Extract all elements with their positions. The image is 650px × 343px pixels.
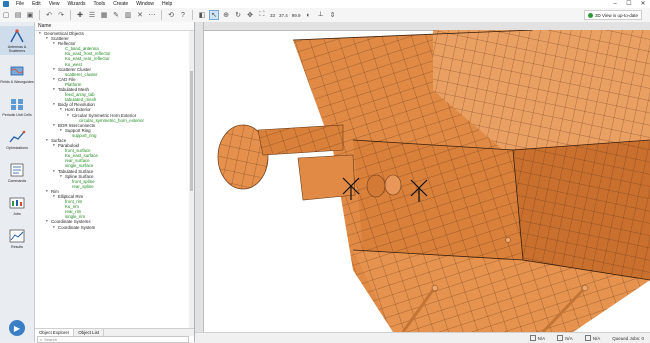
coordinate-icon [584,335,591,341]
tree-scrollbar[interactable] [189,31,194,328]
scale-icon[interactable]: ⇕ [328,10,338,20]
status-value: N/A [592,335,601,341]
scrollbar-thumb[interactable] [190,71,193,191]
undo-icon[interactable]: ↶ [44,10,54,20]
object-tree: ▾ Geometrical Objects ▾ Scatterer ▾ Reflector… [35,31,189,328]
coordinate-icon [529,335,536,341]
menu-file[interactable]: File [12,0,28,8]
toolbar-divider [161,10,162,20]
unit-cell-icon [11,99,23,110]
run-button[interactable]: ▶ [9,320,25,336]
maximize-button[interactable]: ☐ [622,0,636,8]
status-cell: N/A [551,335,579,341]
pan-icon[interactable]: ✥ [245,10,255,20]
app-logo-icon [3,1,9,7]
save-icon[interactable]: ▣ [25,10,35,20]
open-folder-icon[interactable]: ▤ [13,10,23,20]
view-front-icon[interactable]: ◧ [197,10,207,20]
add-object-icon[interactable]: ✚ [75,10,85,20]
sidebar-item-label: Results [11,245,23,249]
new-file-icon[interactable]: ▢ [1,10,11,20]
redo-icon[interactable]: ↷ [56,10,66,20]
sidebar-item-label: Commands [7,179,27,183]
add-list-icon[interactable]: ☰ [87,10,97,20]
tree-tab-bar: Object Explorer Object List [35,328,194,336]
sidebar-item-label: Periodic Unit Cells [2,113,32,117]
sidebar-item-label: Fields & Waveguides [0,80,34,84]
optimization-icon [9,130,26,143]
tree-item-label: Coordinate System [58,224,96,230]
layers-icon[interactable]: ▥ [123,10,133,20]
status-bar: N/A N/A N/A Queued Jobs: 0 [195,332,650,343]
zoom-value-a: 33 [270,12,276,18]
tree-column-header: Name [35,22,194,31]
menu-create[interactable]: Create [109,0,132,8]
rotate-icon[interactable]: ↻ [233,10,243,20]
check-icon [588,12,594,18]
tree-item-label: rear_spline [72,183,94,189]
close-window-button[interactable]: ✕ [636,0,650,8]
toolbar-divider [192,10,193,20]
zoom-icon[interactable]: ⊕ [221,10,231,20]
sidebar-item-results[interactable]: Results [0,224,34,253]
edit-pencil-icon[interactable]: ✎ [111,10,121,20]
select-pointer-icon[interactable]: ↖ [209,10,219,20]
sidebar-item-label: Jobs [13,212,21,216]
sidebar-item-label: Antennas & Scatterers [7,45,27,53]
status-cell: N/A [579,335,607,341]
axes-icon[interactable]: ⟂ [316,10,326,20]
menu-tools[interactable]: Tools [90,0,110,8]
menu-edit[interactable]: Edit [28,0,45,8]
menu-bar: File Edit View Wizards Tools Create Wind… [0,0,650,8]
options-icon[interactable]: ⋯ [147,10,157,20]
menu-view[interactable]: View [45,0,64,8]
toolbar-divider [39,10,40,20]
tree-item[interactable]: ▾ Coordinate System [35,225,189,230]
view-status-badge: 3D View is up-to-date [584,10,642,20]
sidebar-item-label: Optimizations [6,146,28,150]
minimize-button[interactable]: – [608,0,622,8]
grid-icon[interactable]: ▦ [99,10,109,20]
view-refresh-icon[interactable]: ⟲ [166,10,176,20]
help-icon[interactable]: ? [178,10,188,20]
coordinate-icon [557,335,564,341]
sidebar-item-jobs[interactable]: Jobs [0,191,34,220]
waveguide-icon [10,66,24,76]
menu-help[interactable]: Help [158,0,176,8]
3d-viewport[interactable] [195,22,650,332]
zoom-value-b: 37.4 [279,12,288,18]
object-explorer-panel: Name ▾ Geometrical Objects ▾ Scatterer ▾ Refl… [35,22,195,343]
display-mode-icon[interactable]: ◐ [304,10,314,20]
fit-view-icon[interactable]: ⛶ [257,10,267,20]
queued-jobs: Queued Jobs: 0 [612,335,644,341]
sidebar-item-antennas[interactable]: Antennas & Scatterers [0,26,34,55]
menu-window[interactable]: Window [132,0,158,8]
menu-wizards[interactable]: Wizards [63,0,89,8]
status-cell: N/A [524,335,552,341]
delete-icon[interactable]: ✕ [135,10,145,20]
satellite-model [217,30,650,332]
sidebar-item-unit-cells[interactable]: Periodic Unit Cells [0,92,34,121]
zoom-value-c: 99.9 [291,12,301,18]
play-icon: ▶ [13,323,21,333]
search-placeholder: Search [44,337,57,342]
toolbar: ▢ ▤ ▣ ↶ ↷ ✚ ☰ ▦ ✎ ▥ ✕ ⋯ ⟲ ? ◧ ↖ ⊕ ↻ ✥ ⛶ … [0,8,650,23]
status-value: N/A [537,335,546,341]
jobs-icon [9,197,25,209]
toolbar-divider [70,10,71,20]
antenna-icon [10,29,24,43]
sidebar-item-commands[interactable]: Commands [0,158,34,187]
tab-object-explorer[interactable]: Object Explorer [35,329,75,336]
sidebar-item-fields[interactable]: Fields & Waveguides [0,59,34,88]
navigation-sidebar: Antennas & Scatterers Fields & Waveguide… [0,22,35,342]
sidebar-item-optimizations[interactable]: Optimizations [0,125,34,154]
view-status-text: 3D View is up-to-date [595,12,638,18]
commands-icon [10,163,24,177]
tree-item-label: support_ring [72,132,97,138]
results-icon [9,229,25,243]
status-value: N/A [565,335,573,341]
tab-object-list[interactable]: Object List [74,329,105,336]
